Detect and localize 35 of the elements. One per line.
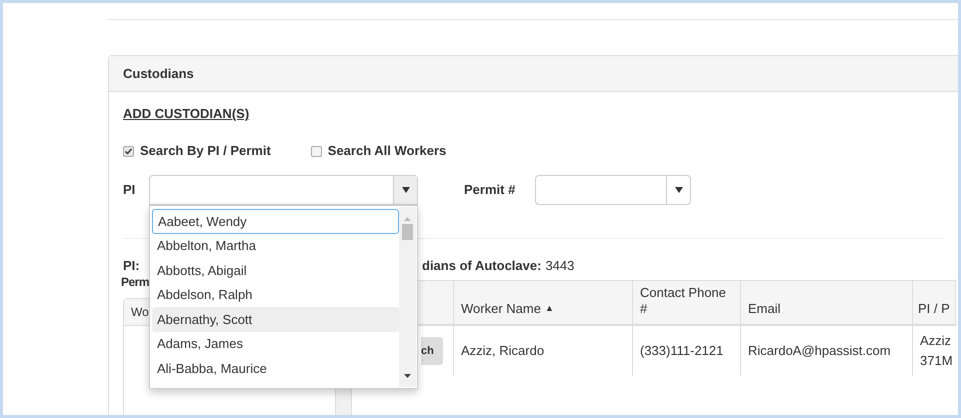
checkbox-label: Search All Workers (328, 142, 446, 160)
checkbox-label: Search By PI / Permit (140, 142, 271, 160)
dropdown-option[interactable]: Aabeet, Wendy (152, 209, 399, 234)
dropdown-option[interactable]: Abernathy, Scott (152, 307, 399, 332)
permit-label: Permit # (464, 181, 516, 200)
table-cell: RicardoA@hpassist.com (741, 326, 913, 376)
custodians-title: dians of Autoclave: (422, 256, 542, 275)
custodians-count: 3443 (545, 256, 574, 275)
permit-select[interactable] (535, 175, 691, 205)
dropdown-option[interactable]: Adams, James (152, 332, 399, 356)
row-action-button[interactable]: ch (421, 337, 443, 365)
add-custodian-link[interactable]: ADD CUSTODIAN(S) (123, 105, 250, 123)
permit-heading: Perm (121, 274, 150, 291)
panel-title: Custodians (123, 64, 194, 83)
checkbox[interactable] (310, 146, 322, 156)
table-cell-text: Azziz 371M (919, 332, 954, 370)
sort-icon: ▲ (544, 300, 554, 316)
list-header-label: Wo (131, 304, 149, 321)
scrollbar[interactable] (399, 207, 416, 388)
table-cell: (333)111-2121 (633, 326, 741, 376)
pi-label: PI (123, 181, 136, 200)
table-cell: Azziz, Ricardo (454, 326, 633, 376)
column-header[interactable]: Email (741, 281, 913, 324)
checkbox[interactable] (123, 146, 134, 156)
pi-heading: PI: (123, 257, 140, 274)
column-header[interactable]: Contact Phone # (633, 281, 741, 324)
dropdown-option[interactable]: Abbotts, Abigail (152, 258, 399, 282)
column-header[interactable]: Worker Name ▲ (454, 281, 633, 324)
caret-icon (402, 187, 410, 193)
dropdown-option[interactable]: Abdelson, Ralph (152, 282, 399, 307)
dropdown-option[interactable]: Abbelton, Martha (152, 234, 399, 258)
caret-icon (674, 187, 682, 193)
dropdown-option[interactable]: Ali-Babba, Maurice (152, 356, 399, 380)
pi-select[interactable] (149, 175, 418, 205)
column-header[interactable]: PI / P (913, 281, 956, 324)
